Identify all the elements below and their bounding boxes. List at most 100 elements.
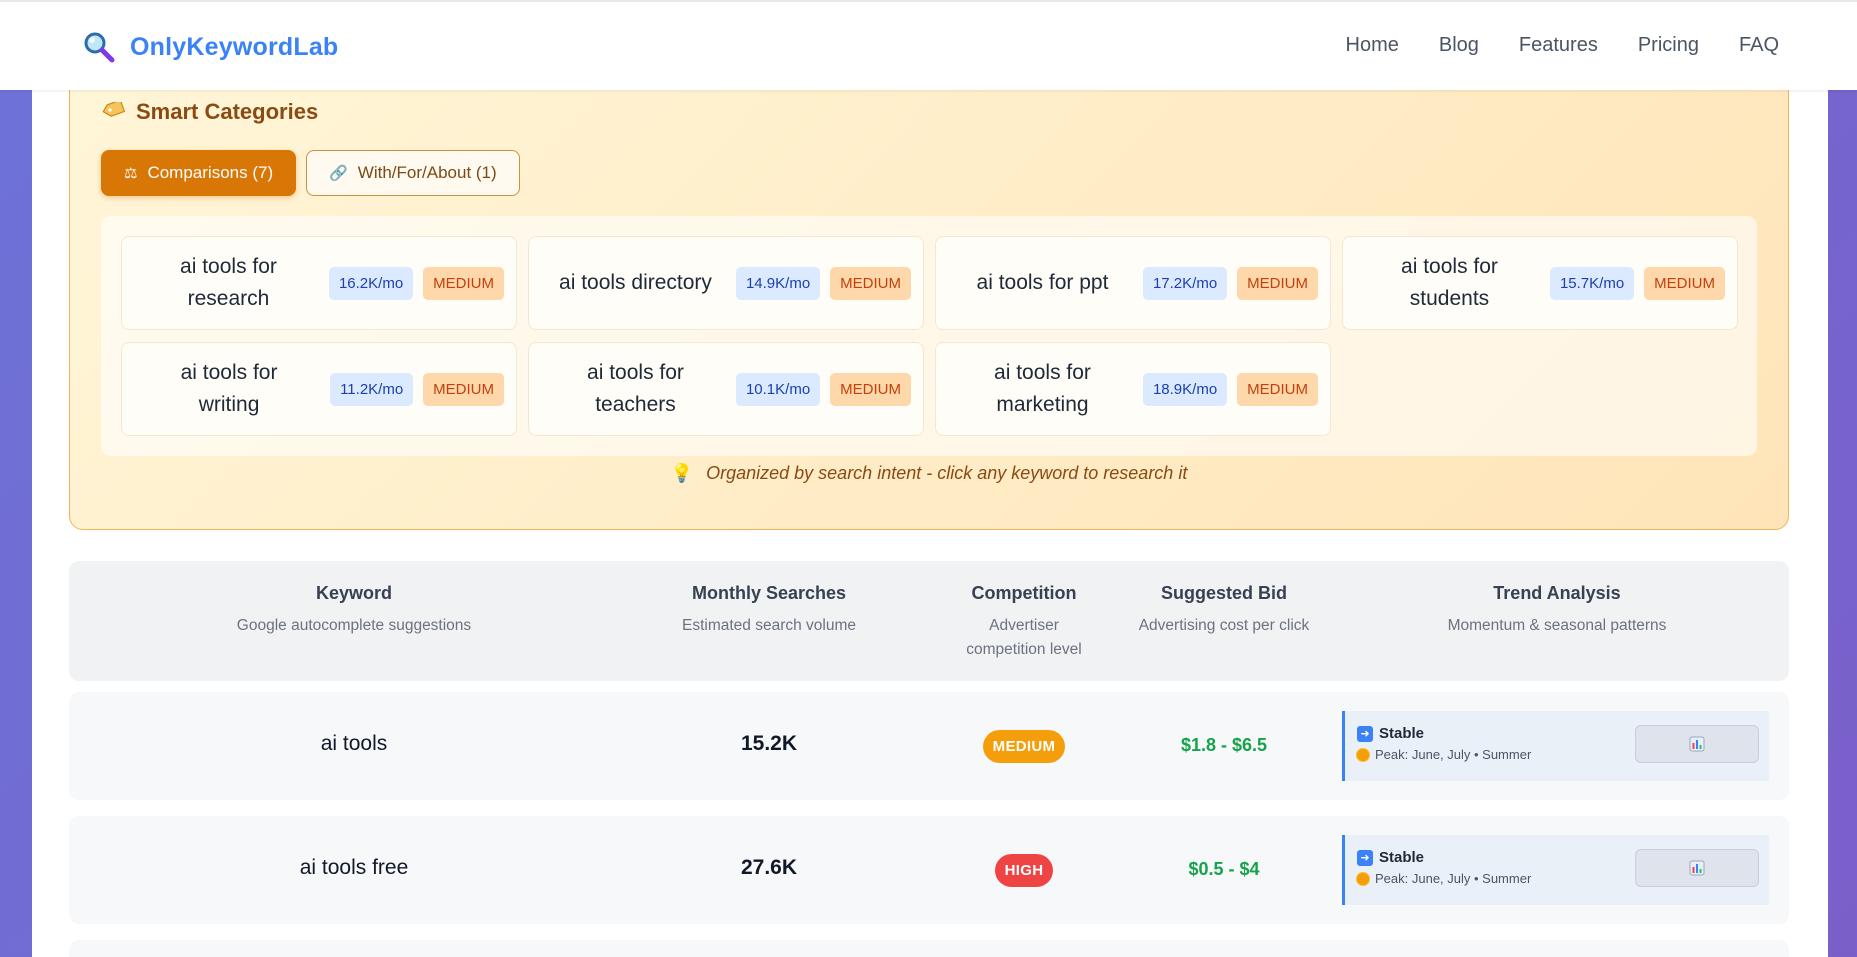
sun-icon: [1357, 872, 1369, 885]
tab-label: With/For/About (1): [357, 163, 497, 182]
col-subtitle: Google autocomplete suggestions: [236, 617, 472, 634]
keyword-box: ai tools for research 16.2K/mo MEDIUM ai…: [101, 216, 1757, 456]
peak-label: Peak: June, July • Summer: [1375, 871, 1532, 886]
volume-badge: 15.7K/mo: [1549, 266, 1635, 300]
results-table-header: Keyword Google autocomplete suggestions …: [69, 561, 1789, 681]
category-tabs: ⚖ Comparisons (7) 🔗 With/For/About (1): [101, 150, 520, 196]
trend-label: Stable: [1379, 725, 1425, 742]
competition-badge: MEDIUM: [1644, 266, 1725, 300]
col-title: Monthly Searches: [691, 583, 847, 603]
competition-badge: MEDIUM: [1237, 266, 1318, 300]
arrow-right-icon: ➜: [1357, 849, 1373, 866]
keyword-name: ai tools for ppt: [976, 271, 1109, 294]
main-nav: Home Blog Features Pricing FAQ: [1346, 34, 1779, 57]
keyword-name: ai tools for marketing: [994, 361, 1091, 416]
tab-with-for-about[interactable]: 🔗 With/For/About (1): [306, 150, 520, 196]
keyword-cell: ai tools: [320, 732, 388, 755]
volume-badge: 10.1K/mo: [735, 372, 821, 406]
col-title: Competition: [971, 583, 1077, 603]
trend-status: ➜ Stable: [1357, 849, 1424, 866]
keyword-card[interactable]: ai tools for students 15.7K/mo MEDIUM: [1342, 236, 1738, 330]
lightbulb-icon: 💡: [670, 463, 694, 483]
smart-categories-panel: Smart Categories ⚖ Comparisons (7) 🔗 Wit…: [69, 70, 1789, 530]
nav-pricing[interactable]: Pricing: [1638, 34, 1699, 57]
arrow-right-icon: ➜: [1357, 725, 1373, 742]
site-header: OnlyKeywordLab Home Blog Features Pricin…: [0, 0, 1857, 90]
keyword-card[interactable]: ai tools for teachers 10.1K/mo MEDIUM: [528, 342, 924, 436]
col-competition: Competition Advertiser competition level: [929, 583, 1119, 662]
table-row[interactable]: [69, 940, 1789, 957]
smart-categories-title: Smart Categories: [136, 99, 319, 124]
col-trend-analysis: Trend Analysis Momentum & seasonal patte…: [1342, 583, 1772, 638]
volume-badge: 18.9K/mo: [1142, 372, 1228, 406]
keyword-name: ai tools for research: [180, 255, 277, 310]
col-subtitle: Estimated search volume: [681, 617, 857, 634]
volume-cell: 15.2K: [740, 732, 798, 755]
nav-features[interactable]: Features: [1519, 34, 1598, 57]
volume-badge: 11.2K/mo: [330, 372, 414, 406]
sun-icon: [1357, 748, 1369, 761]
magnifier-icon: [84, 32, 115, 63]
keyword-name: ai tools for students: [1401, 255, 1498, 310]
competition-badge: MEDIUM: [830, 372, 911, 406]
bar-chart-icon: [1689, 736, 1705, 752]
col-subtitle: Advertising cost per click: [1138, 617, 1310, 634]
volume-cell: 27.6K: [740, 856, 798, 879]
brand-name: OnlyKeywordLab: [130, 32, 339, 61]
keyword-name: ai tools for writing: [180, 361, 278, 416]
tab-comparisons[interactable]: ⚖ Comparisons (7): [101, 150, 297, 196]
competition-pill: MEDIUM: [982, 730, 1066, 763]
nav-blog[interactable]: Blog: [1439, 34, 1479, 57]
brand[interactable]: OnlyKeywordLab: [82, 30, 338, 64]
competition-badge: MEDIUM: [423, 372, 504, 406]
bid-cell: $0.5 - $4: [1188, 859, 1260, 879]
keyword-name: ai tools directory: [559, 271, 712, 294]
chart-button[interactable]: [1635, 725, 1759, 763]
tag-icon: [102, 102, 126, 117]
keyword-card[interactable]: ai tools directory 14.9K/mo MEDIUM: [528, 236, 924, 330]
col-title: Suggested Bid: [1160, 583, 1287, 603]
col-subtitle: Momentum & seasonal patterns: [1447, 617, 1667, 634]
table-row[interactable]: ai tools free 27.6K HIGH $0.5 - $4 ➜ Sta…: [69, 816, 1789, 924]
col-keyword: Keyword Google autocomplete suggestions: [69, 583, 639, 638]
col-subtitle: Advertiser competition level: [966, 617, 1082, 658]
competition-cell: MEDIUM: [929, 730, 1119, 763]
trend-peak: Peak: June, July • Summer: [1357, 747, 1531, 762]
competition-badge: MEDIUM: [1237, 372, 1318, 406]
competition-pill: HIGH: [994, 854, 1054, 887]
col-suggested-bid: Suggested Bid Advertising cost per click: [1114, 583, 1334, 638]
keyword-card[interactable]: ai tools for research 16.2K/mo MEDIUM: [121, 236, 517, 330]
trend-status: ➜ Stable: [1357, 725, 1424, 742]
trend-peak: Peak: June, July • Summer: [1357, 871, 1531, 886]
bar-chart-icon: [1689, 860, 1705, 876]
competition-cell: HIGH: [929, 854, 1119, 887]
volume-badge: 14.9K/mo: [735, 266, 821, 300]
keyword-cell: ai tools free: [299, 856, 409, 879]
keyword-grid: ai tools for research 16.2K/mo MEDIUM ai…: [121, 236, 1738, 436]
hint-text: Organized by search intent - click any k…: [706, 463, 1188, 483]
smart-categories-heading: Smart Categories: [102, 99, 318, 125]
link-icon: 🔗: [329, 165, 348, 182]
keyword-card[interactable]: ai tools for writing 11.2K/mo MEDIUM: [121, 342, 517, 436]
table-row[interactable]: ai tools 15.2K MEDIUM $1.8 - $6.5 ➜ Stab…: [69, 692, 1789, 800]
bid-cell: $1.8 - $6.5: [1180, 735, 1268, 755]
volume-badge: 16.2K/mo: [328, 266, 414, 300]
col-title: Keyword: [315, 583, 393, 603]
competition-badge: MEDIUM: [423, 266, 504, 300]
col-title: Trend Analysis: [1493, 583, 1621, 603]
competition-badge: MEDIUM: [830, 266, 911, 300]
keyword-name: ai tools for teachers: [587, 361, 684, 416]
tab-label: Comparisons (7): [147, 163, 274, 182]
trend-analysis: ➜ Stable Peak: June, July • Summer: [1342, 711, 1769, 781]
organized-hint: 💡 Organized by search intent - click any…: [70, 463, 1788, 484]
col-monthly-searches: Monthly Searches Estimated search volume: [669, 583, 869, 638]
keyword-card[interactable]: ai tools for ppt 17.2K/mo MEDIUM: [935, 236, 1331, 330]
peak-label: Peak: June, July • Summer: [1375, 747, 1532, 762]
nav-faq[interactable]: FAQ: [1739, 34, 1779, 57]
trend-label: Stable: [1379, 849, 1425, 866]
chart-button[interactable]: [1635, 849, 1759, 887]
trend-analysis: ➜ Stable Peak: June, July • Summer: [1342, 835, 1769, 905]
volume-badge: 17.2K/mo: [1142, 266, 1228, 300]
nav-home[interactable]: Home: [1346, 34, 1399, 57]
keyword-card[interactable]: ai tools for marketing 18.9K/mo MEDIUM: [935, 342, 1331, 436]
